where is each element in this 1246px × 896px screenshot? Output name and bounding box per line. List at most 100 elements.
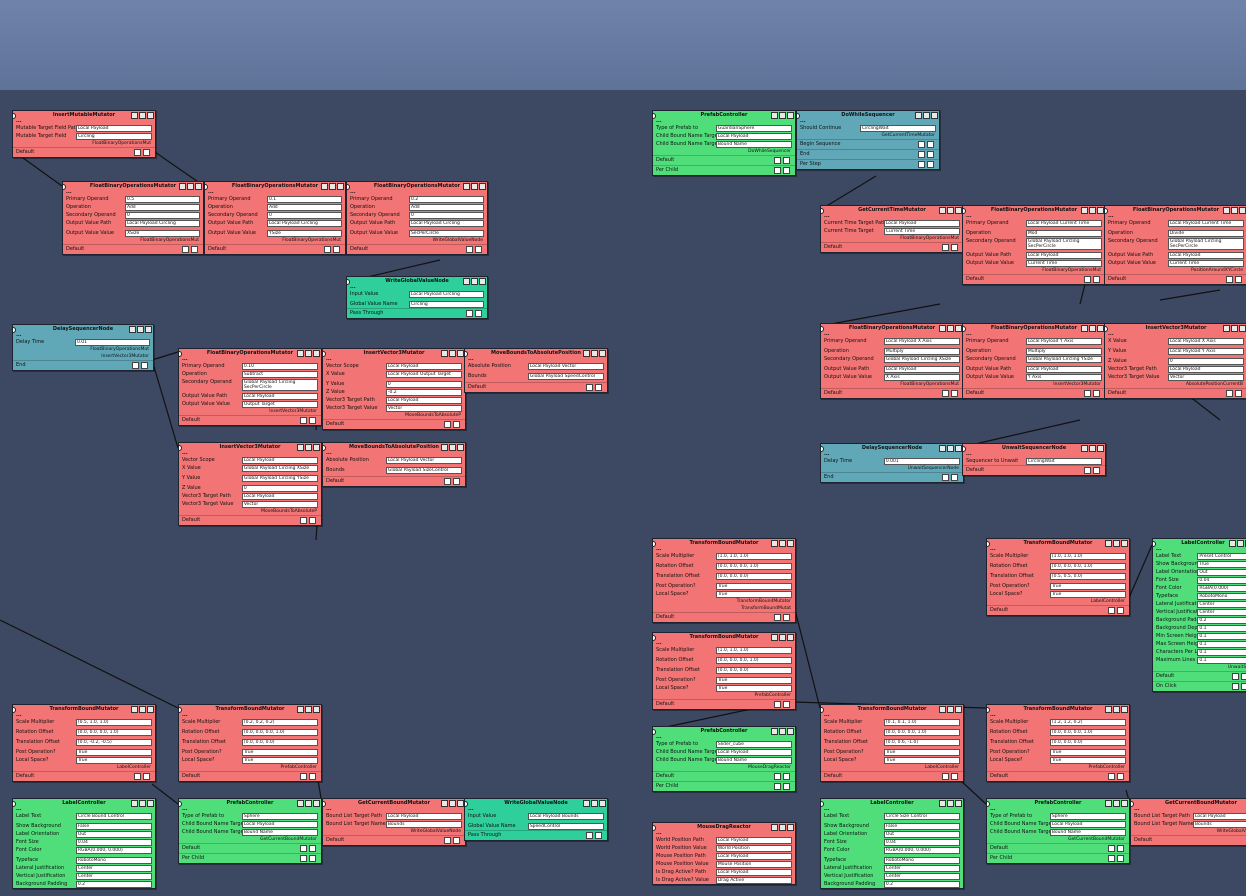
field-value[interactable]: Local Payload Y Axis xyxy=(1167,348,1244,355)
checkbox[interactable] xyxy=(942,244,949,251)
add-icon[interactable] xyxy=(1093,467,1100,474)
field-value[interactable]: 0.10 xyxy=(241,362,318,370)
close-icon[interactable] xyxy=(313,444,320,451)
field-value[interactable]: Local Payload xyxy=(241,456,318,464)
node-delay-sequencer-node[interactable]: DelaySequencerNode... Delay Time 0.001 Unwa… xyxy=(820,443,964,483)
flow-port[interactable]: Default xyxy=(323,835,465,845)
field-value[interactable]: Local Payload X Axis xyxy=(1167,338,1244,345)
add-icon[interactable] xyxy=(783,701,790,708)
checkbox[interactable] xyxy=(132,362,139,369)
node-do-while-sequencer[interactable]: DoWhileSequencer... Should Continue Circli… xyxy=(796,110,940,170)
field-value[interactable]: True xyxy=(1049,756,1126,764)
field-value[interactable]: Local Payload Current Time xyxy=(1025,220,1102,227)
flow-port[interactable]: Default xyxy=(13,147,155,157)
field-value[interactable]: Y Axis xyxy=(1025,373,1102,381)
close-icon[interactable] xyxy=(787,634,794,641)
field-value[interactable]: Local Payload Circling xyxy=(124,220,200,227)
field-value[interactable]: 0.01 xyxy=(74,338,150,346)
output-port-label[interactable]: LabelController xyxy=(13,764,155,771)
flow-port[interactable]: Default xyxy=(987,771,1129,781)
flow-port[interactable]: Default xyxy=(963,274,1105,284)
checkbox[interactable] xyxy=(444,478,451,485)
add-icon[interactable] xyxy=(191,246,198,253)
output-port-label[interactable]: UnwaitSequencerNode xyxy=(821,465,963,472)
field-value[interactable]: Add xyxy=(124,203,200,211)
output-port-label[interactable]: FloatBinaryOperationsMut xyxy=(821,381,963,388)
field-value[interactable]: False xyxy=(883,822,960,830)
field-value[interactable]: True xyxy=(241,748,318,756)
close-icon[interactable] xyxy=(787,112,794,119)
field-value[interactable]: Local Payload xyxy=(715,852,792,860)
settings-icon[interactable] xyxy=(471,183,478,190)
add-icon[interactable] xyxy=(927,151,934,158)
output-port-label[interactable]: MoveBoundsToAbsoluteP xyxy=(179,508,321,515)
settings-icon[interactable] xyxy=(591,350,598,357)
checkbox[interactable] xyxy=(444,837,451,844)
checkbox[interactable] xyxy=(918,141,925,148)
field-value[interactable]: (0.0, -0.2, -0.5) xyxy=(75,739,152,746)
field-value[interactable]: 0.04 xyxy=(75,838,152,846)
output-port-label[interactable]: PrefabController xyxy=(653,692,795,699)
output-port-label[interactable]: FloatBinaryOperationsMut xyxy=(205,237,345,244)
settings-icon[interactable] xyxy=(305,800,312,807)
field-value[interactable]: Local Payload xyxy=(715,748,792,756)
close-icon[interactable] xyxy=(1097,445,1104,452)
collapse-icon[interactable] xyxy=(441,444,448,451)
node-transform-bound-mutator[interactable]: TransformBoundMutator... Scale Multiplier… xyxy=(652,538,796,623)
checkbox[interactable] xyxy=(942,773,949,780)
node-float-binary-operations-mutator[interactable]: FloatBinaryOperationsMutator... Primary O… xyxy=(820,323,964,399)
field-value[interactable]: Local Payload xyxy=(1167,365,1244,373)
checkbox[interactable] xyxy=(918,161,925,168)
node-transform-bound-mutator[interactable]: TransformBoundMutator... Scale Multiplier… xyxy=(652,632,796,710)
field-value[interactable]: Local Payload xyxy=(385,812,462,820)
field-value[interactable]: Local Payload xyxy=(715,868,792,876)
checkbox[interactable] xyxy=(774,167,781,174)
field-value[interactable]: Local Payload Bounds xyxy=(527,813,604,820)
node-prefab-controller[interactable]: PrefabController... Type of Prefab to Sphe… xyxy=(986,798,1130,864)
field-value[interactable]: 0.001 xyxy=(883,457,960,465)
add-icon[interactable] xyxy=(141,362,148,369)
settings-icon[interactable] xyxy=(1113,706,1120,713)
close-icon[interactable] xyxy=(457,444,464,451)
add-icon[interactable] xyxy=(927,141,934,148)
checkbox[interactable] xyxy=(134,773,141,780)
node-insert-mutable-mutator[interactable]: InsertMutableMutator... Mutable Target Fi… xyxy=(12,110,156,158)
add-icon[interactable] xyxy=(143,773,150,780)
collapse-icon[interactable] xyxy=(131,800,138,807)
close-icon[interactable] xyxy=(1121,540,1128,547)
collapse-icon[interactable] xyxy=(297,350,304,357)
node-move-bounds-to-absolute-position[interactable]: MoveBoundsToAbsolutePosition... Absolute … xyxy=(464,348,608,393)
node-transform-bound-mutator[interactable]: TransformBoundMutator... Scale Multiplier… xyxy=(12,704,156,782)
flow-port[interactable]: Default xyxy=(323,419,465,429)
field-value[interactable]: Center xyxy=(1197,600,1246,608)
node-label-controller[interactable]: LabelController... Label Text Circle Bound… xyxy=(12,798,156,889)
flow-port[interactable]: End xyxy=(13,360,153,370)
field-value[interactable]: True xyxy=(715,590,792,598)
flow-port[interactable]: Default xyxy=(179,515,321,525)
add-icon[interactable] xyxy=(309,517,316,524)
field-value[interactable]: 0.2 xyxy=(75,880,152,888)
flow-port[interactable]: Default xyxy=(987,605,1129,615)
close-icon[interactable] xyxy=(787,824,794,831)
output-port-label[interactable]: LabelController xyxy=(987,598,1129,605)
field-value[interactable]: Add xyxy=(408,203,484,211)
collapse-icon[interactable] xyxy=(771,824,778,831)
checkbox[interactable] xyxy=(300,517,307,524)
field-value[interactable]: Current Time xyxy=(1167,259,1244,267)
output-port-label[interactable]: LabelController xyxy=(821,764,963,771)
field-value[interactable]: Center xyxy=(883,864,960,872)
field-value[interactable]: 0.1 xyxy=(266,195,342,203)
field-value[interactable]: Local Payload xyxy=(715,836,792,844)
field-value[interactable]: True xyxy=(241,756,318,764)
settings-icon[interactable] xyxy=(1231,325,1238,332)
add-icon[interactable] xyxy=(309,417,316,424)
field-value[interactable]: RobotoMono xyxy=(883,856,960,864)
collapse-icon[interactable] xyxy=(297,706,304,713)
collapse-icon[interactable] xyxy=(321,183,328,190)
node-insert-vector3-mutator[interactable]: InsertVector3Mutator... Vector Scope Local… xyxy=(322,348,466,430)
add-icon[interactable] xyxy=(475,246,482,253)
flow-port[interactable]: Default xyxy=(179,771,321,781)
field-value[interactable]: Local Payload Circling xyxy=(266,220,342,227)
add-icon[interactable] xyxy=(783,167,790,174)
field-value[interactable]: Local Payload Vector xyxy=(527,363,604,370)
